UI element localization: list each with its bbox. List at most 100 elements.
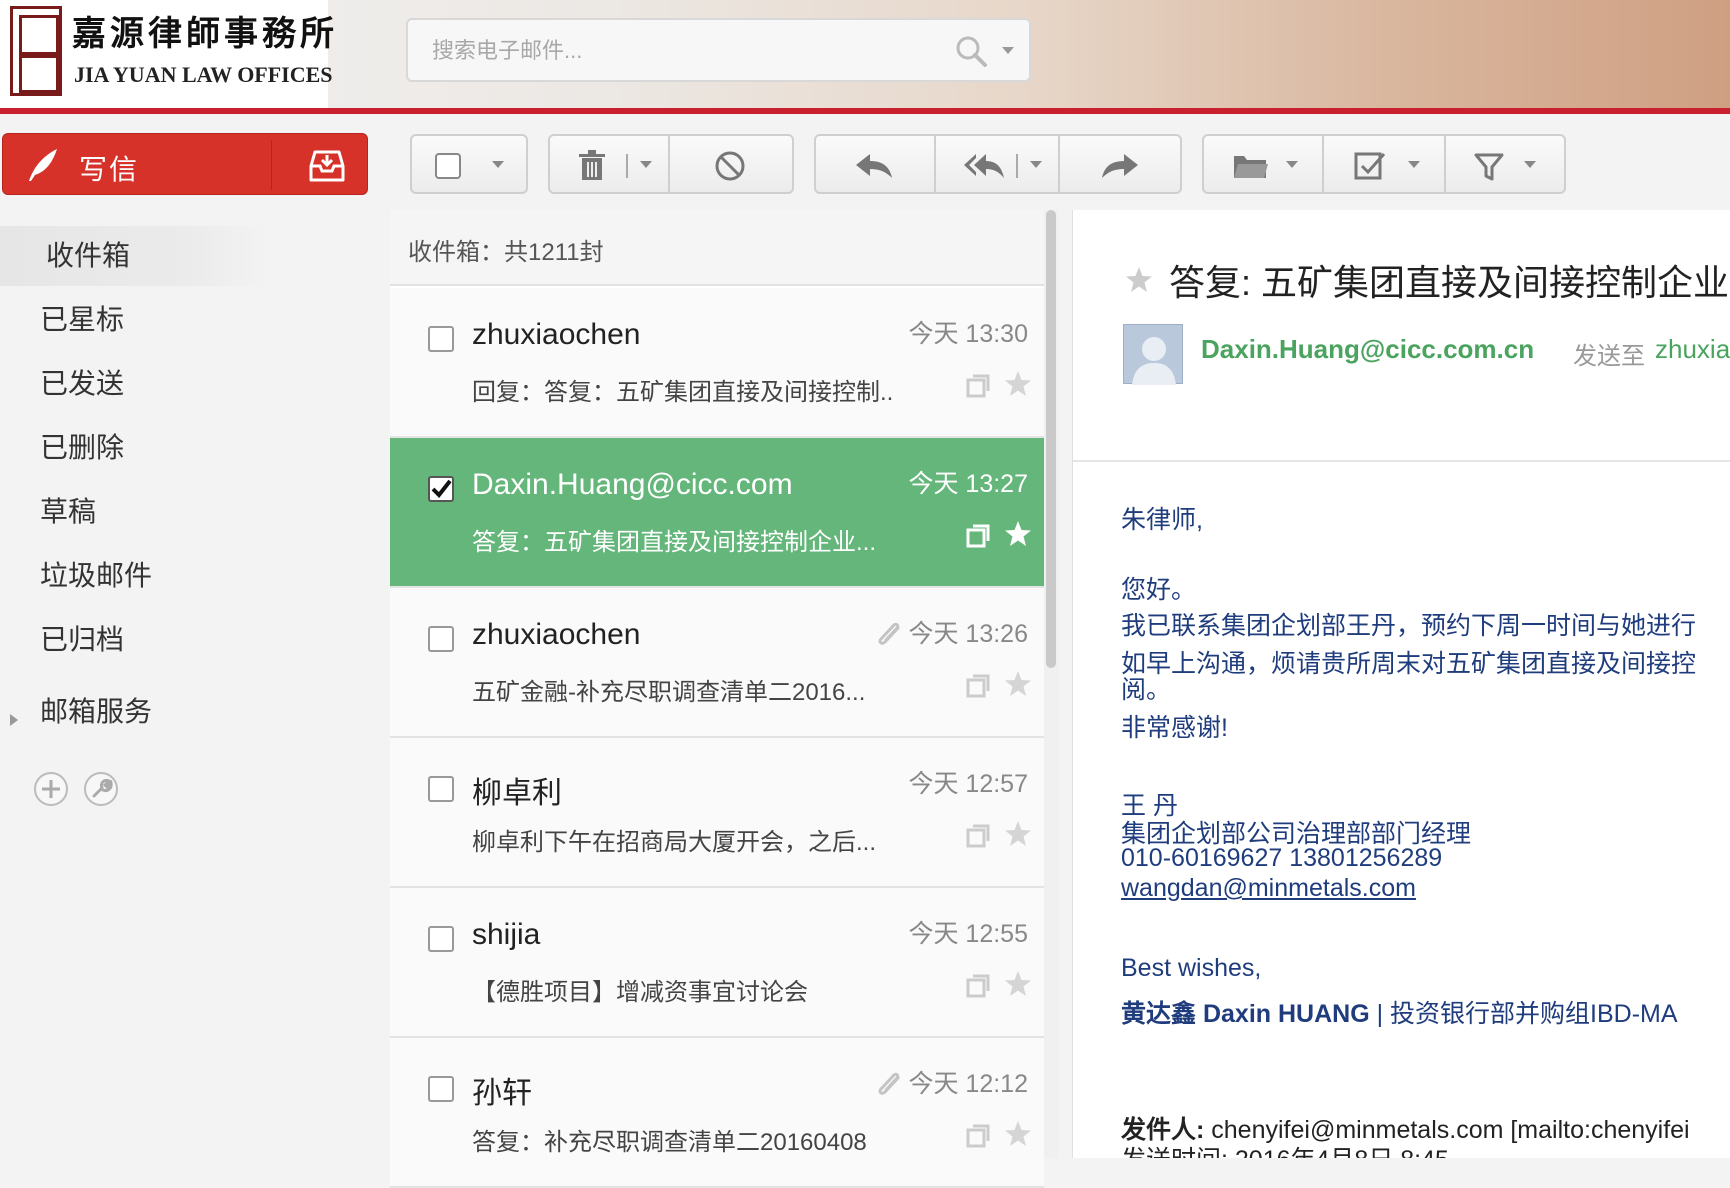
mail-checkbox[interactable] <box>428 1076 454 1102</box>
copy-icon[interactable] <box>966 674 990 698</box>
expand-arrow-icon[interactable] <box>8 712 20 728</box>
avatar <box>1123 324 1183 385</box>
logo-english-name: JIA YUAN LAW OFFICES <box>74 62 333 87</box>
forward-button[interactable] <box>1060 136 1180 192</box>
chevron-down-icon <box>1524 161 1536 168</box>
mail-count: 收件箱：共1211封 <box>408 239 604 266</box>
list-item[interactable]: shijia 今天 12:55 【德胜项目】增减资事宜讨论会 <box>390 888 1044 1038</box>
mail-checkbox[interactable] <box>428 626 454 652</box>
star-icon[interactable] <box>1125 266 1153 294</box>
mail-sender: 孙轩 <box>472 1077 532 1110</box>
star-icon[interactable] <box>1004 1120 1032 1148</box>
sidebar-item-mail-services[interactable]: 邮箱服务 <box>0 682 270 742</box>
header-divider <box>0 108 1730 114</box>
mail-sender: Daxin.Huang@cicc.com <box>472 468 793 501</box>
chevron-down-icon <box>492 161 504 168</box>
reply-button[interactable] <box>816 136 934 192</box>
reply-all-icon <box>964 154 1004 178</box>
sidebar-item-spam[interactable]: 垃圾邮件 <box>0 546 270 606</box>
copy-icon[interactable] <box>966 374 990 398</box>
email-subject: 答复: 五矿集团直接及间接控制企业 <box>1169 262 1730 303</box>
sidebar-item-drafts[interactable]: 草稿 <box>0 482 270 542</box>
feather-icon <box>29 149 57 181</box>
list-item[interactable]: zhuxiaochen 今天 13:26 五矿金融-补充尽职调查清单二2016.… <box>390 588 1044 738</box>
mail-list: 收件箱：共1211封 zhuxiaochen 今天 13:30 回复：答复：五矿… <box>390 210 1058 1188</box>
search-box <box>406 18 1031 82</box>
organize-toolbar-group <box>1202 134 1566 194</box>
star-icon[interactable] <box>1004 970 1032 998</box>
mail-time: 今天 12:57 <box>908 770 1028 798</box>
list-item[interactable]: zhuxiaochen 今天 13:30 回复：答复：五矿集团直接及间接控制.. <box>390 288 1044 438</box>
attachment-icon <box>878 1072 900 1095</box>
body-thanks: 非常感谢! <box>1121 714 1228 742</box>
signature-phone: 010-60169627 13801256289 <box>1121 844 1443 872</box>
star-icon[interactable] <box>1004 670 1032 698</box>
chevron-down-icon <box>640 161 652 168</box>
star-icon[interactable] <box>1004 520 1032 548</box>
mail-sender: 柳卓利 <box>472 777 562 810</box>
body-line-3: 阅。 <box>1121 676 1172 704</box>
copy-icon[interactable] <box>966 524 990 548</box>
copy-icon[interactable] <box>966 1124 990 1148</box>
sidebar-item-archived[interactable]: 已归档 <box>0 610 270 670</box>
body-line-2: 如早上沟通，烦请贵所周末对五矿集团直接及间接控 <box>1121 650 1697 678</box>
mail-sender: zhuxiaochen <box>472 318 641 351</box>
sender-address[interactable]: Daxin.Huang@cicc.com.cn <box>1201 334 1534 365</box>
list-item-selected[interactable]: Daxin.Huang@cicc.com 今天 13:27 答复：五矿集团直接及… <box>390 438 1044 588</box>
mail-checkbox[interactable] <box>428 326 454 352</box>
move-to-folder-button[interactable] <box>1204 136 1322 192</box>
logo-chinese-name: 嘉源律師事務所 <box>72 14 338 54</box>
logo-seal-icon <box>10 6 62 96</box>
receive-mail-button[interactable] <box>289 134 367 196</box>
mail-checkbox[interactable] <box>428 926 454 952</box>
star-icon[interactable] <box>1004 820 1032 848</box>
add-folder-icon[interactable] <box>32 770 70 808</box>
star-icon[interactable] <box>1004 370 1032 398</box>
mail-subject: 答复：五矿集团直接及间接控制企业... <box>472 529 877 556</box>
recipient-label: 发送至 <box>1573 343 1645 370</box>
mail-checkbox-checked[interactable] <box>428 476 454 502</box>
recipient-address[interactable]: zhuxia <box>1655 334 1730 365</box>
mail-list-scrollbar[interactable] <box>1044 210 1058 1158</box>
logo[interactable]: 嘉源律師事務所 JIA YUAN LAW OFFICES <box>0 0 334 108</box>
compose-button[interactable]: 写信 <box>2 133 368 195</box>
settings-wrench-icon[interactable] <box>82 770 120 808</box>
user-avatar-icon <box>1132 337 1176 385</box>
scrollbar-thumb[interactable] <box>1046 210 1056 668</box>
filter-button[interactable] <box>1446 136 1564 192</box>
chevron-down-icon <box>1030 161 1042 168</box>
search-icon[interactable] <box>954 34 988 68</box>
delete-button[interactable] <box>550 136 668 192</box>
sidebar-item-deleted[interactable]: 已删除 <box>0 418 270 478</box>
list-item[interactable]: 柳卓利 今天 12:57 柳卓利下午在招商局大厦开会，之后... <box>390 738 1044 888</box>
copy-icon[interactable] <box>966 824 990 848</box>
signature-email-link[interactable]: wangdan@minmetals.com <box>1121 874 1416 903</box>
mark-as-button[interactable] <box>1324 136 1444 192</box>
search-input[interactable] <box>430 34 910 68</box>
body-line-1: 我已联系集团企划部王丹，预约下周一时间与她进行 <box>1121 612 1697 640</box>
signature-2-dept: | 投资银行部并购组IBD-MA <box>1376 1000 1678 1028</box>
chevron-down-icon <box>1408 161 1420 168</box>
reply-toolbar-group <box>814 134 1182 194</box>
sidebar-item-sent[interactable]: 已发送 <box>0 354 270 414</box>
list-item[interactable]: 孙轩 今天 12:12 答复：补充尽职调查清单二20160408 <box>390 1038 1044 1188</box>
mail-time: 今天 13:27 <box>908 470 1028 498</box>
mail-time: 今天 12:12 <box>908 1070 1028 1098</box>
sidebar-item-inbox[interactable]: 收件箱 <box>0 226 270 286</box>
chevron-down-icon[interactable] <box>998 40 1018 60</box>
chevron-down-icon <box>1286 161 1298 168</box>
copy-icon[interactable] <box>966 974 990 998</box>
compose-divider <box>271 140 272 190</box>
mail-checkbox[interactable] <box>428 776 454 802</box>
signature-2-en-name: Daxin HUANG <box>1202 1000 1370 1028</box>
delete-toolbar-group <box>548 134 794 194</box>
select-toolbar-group <box>410 134 528 194</box>
folder-icon <box>1234 156 1268 178</box>
select-all-button[interactable] <box>412 136 526 192</box>
block-spam-button[interactable] <box>670 136 792 192</box>
sidebar-item-starred[interactable]: 已星标 <box>0 290 270 350</box>
mail-subject: 答复：补充尽职调查清单二20160408 <box>472 1129 867 1156</box>
reading-pane: 答复: 五矿集团直接及间接控制企业 Daxin.Huang@cicc.com.c… <box>1072 210 1730 1158</box>
body-greeting: 朱律师, <box>1121 506 1203 534</box>
reply-all-button[interactable] <box>936 136 1058 192</box>
